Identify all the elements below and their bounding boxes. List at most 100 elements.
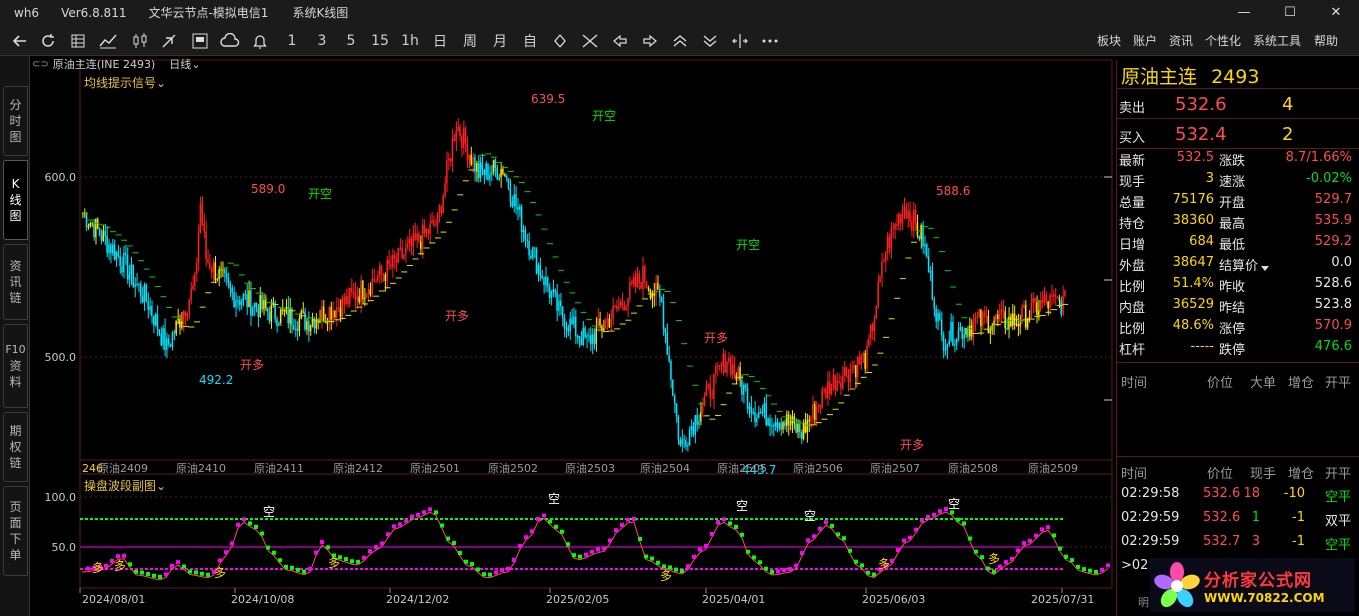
candle-body	[98, 228, 101, 236]
candle-body	[201, 204, 203, 224]
indicator-selector[interactable]: 均线提示信号⌄	[84, 74, 166, 91]
sub-wave-mark	[86, 566, 90, 571]
candle-body	[535, 248, 538, 274]
sub-indicator-selector[interactable]: 操盘波段副图⌄	[84, 477, 166, 494]
candle-body	[918, 235, 920, 240]
sub-wave-mark	[902, 538, 906, 543]
candle-body	[93, 224, 95, 238]
candle-body	[128, 274, 131, 280]
candle-body	[565, 327, 568, 329]
candle-body	[104, 230, 106, 237]
candle-body	[490, 172, 493, 175]
field-value: 535.9	[1314, 213, 1352, 228]
candle-body	[459, 126, 461, 137]
chevron-down-icon[interactable]	[1261, 266, 1270, 271]
candle-body	[828, 381, 831, 394]
contract-label: 原油2505	[717, 461, 767, 475]
candle-body	[700, 412, 702, 422]
menu-news[interactable]: 资讯	[1169, 32, 1193, 49]
sub-wave-mark	[926, 514, 930, 519]
sub-wave-mark	[590, 549, 594, 554]
candle-body	[619, 302, 622, 307]
menu-help[interactable]: 帮助	[1314, 32, 1338, 49]
candle-body	[444, 183, 446, 196]
candle-body	[203, 223, 205, 232]
candle-body	[119, 256, 121, 267]
candle-body	[377, 276, 379, 282]
menu-account[interactable]: 账户	[1133, 32, 1157, 49]
candle-body	[1060, 300, 1062, 315]
sub-wave-mark	[596, 547, 600, 552]
candle-body	[298, 318, 301, 331]
candle-body	[627, 298, 629, 307]
col-type: 开平	[1325, 376, 1352, 391]
candle-body	[481, 162, 484, 171]
candle-body	[675, 403, 678, 417]
candle-body	[449, 158, 452, 162]
sub-wave-mark	[872, 572, 876, 577]
candle-body	[925, 244, 928, 257]
candle-body	[559, 300, 562, 307]
col-big: 大单	[1250, 376, 1277, 391]
sub-wave-mark	[638, 536, 642, 541]
candle-body	[978, 309, 980, 318]
date-tick-label: 2025/02/05	[546, 593, 609, 606]
candle-body	[390, 264, 392, 268]
candle-body	[447, 158, 450, 161]
sub-wave-mark	[104, 563, 108, 568]
candle-body	[933, 299, 935, 309]
tick-volume: 18	[1243, 486, 1260, 501]
candle-body	[461, 136, 463, 148]
candle-body	[294, 328, 297, 330]
buy-row[interactable]: 买入 532.4 2	[1117, 122, 1359, 148]
bigorder-header: 时间 价位 大单 增仓 开平	[1117, 370, 1359, 391]
field-label: 涨停	[1219, 322, 1246, 337]
candle-body	[513, 194, 515, 207]
sub-wave-mark	[698, 547, 702, 552]
sub-wave-mark	[692, 554, 696, 559]
candle-body	[812, 403, 814, 418]
candle-body	[1058, 298, 1061, 301]
period-label: 日线	[169, 58, 192, 71]
period-selector[interactable]: 日线⌄	[169, 56, 200, 72]
divider	[1117, 88, 1359, 89]
candle-body	[518, 206, 521, 210]
sub-wave-mark	[188, 569, 192, 574]
candle-body	[748, 406, 751, 409]
sub-wave-mark	[182, 564, 186, 569]
candle-body	[1045, 295, 1047, 302]
sub-wave-mark	[272, 550, 276, 555]
candle-body	[1023, 304, 1025, 307]
sell-row[interactable]: 卖出 532.6 4	[1117, 92, 1359, 118]
field-value: 48.6%	[1172, 318, 1214, 333]
candle-body	[983, 311, 986, 317]
buy-volume: 2	[1282, 124, 1294, 145]
short-mark: 空	[804, 509, 816, 523]
buy-price: 532.4	[1175, 124, 1227, 145]
minimize-button[interactable]: —	[1221, 0, 1267, 25]
candle-body	[981, 311, 984, 326]
menu-tools[interactable]: 系统工具	[1253, 32, 1301, 49]
bottom-tab[interactable]: 明	[1138, 594, 1149, 610]
field-label: 昨收	[1219, 280, 1246, 295]
tick-time: 02:29:58	[1121, 486, 1180, 501]
maximize-button[interactable]: ☐	[1267, 0, 1313, 25]
quote-field-row: 持仓 38360 最高 535.9	[1117, 211, 1359, 232]
sub-wave-mark	[1004, 560, 1008, 565]
sub-wave-mark	[122, 553, 126, 558]
kline-chart[interactable]: 600.0500.0100.050.0 589.0492.2639.5443.7…	[0, 0, 1116, 616]
candle-body	[658, 289, 661, 298]
field-label: 昨结	[1219, 301, 1246, 316]
sub-tick-label: 100.0	[45, 491, 77, 504]
field-value: 528.6	[1314, 276, 1352, 291]
menu-personalize[interactable]: 个性化	[1205, 32, 1241, 49]
contract-label: 原油2411	[254, 461, 304, 475]
tick-volume: 3	[1251, 534, 1260, 549]
candle-body	[423, 224, 426, 234]
candle-body	[950, 321, 952, 341]
col-price: 价位	[1207, 467, 1234, 482]
sub-wave-mark	[536, 516, 540, 521]
sub-wave-mark	[1064, 554, 1068, 559]
close-button[interactable]: ✕	[1313, 0, 1359, 25]
candle-body	[571, 318, 573, 325]
